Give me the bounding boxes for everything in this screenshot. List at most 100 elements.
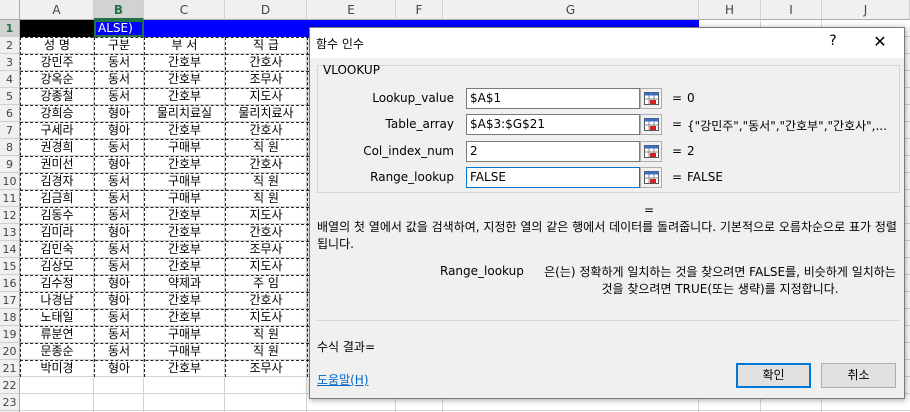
table-cell[interactable]: 형아 (94, 360, 144, 377)
active-cell-b1[interactable]: ALSE) (94, 20, 144, 37)
column-header-a[interactable]: A (20, 0, 94, 20)
table-cell[interactable]: 김미라 (20, 224, 94, 241)
row-header-13[interactable]: 13 (0, 224, 20, 241)
table-cell[interactable]: 형아 (94, 292, 144, 309)
range-lookup-input[interactable]: FALSE (466, 167, 640, 188)
row-header-19[interactable]: 19 (0, 326, 20, 343)
table-cell[interactable]: 직 원 (225, 343, 307, 360)
table-cell[interactable]: 주 임 (225, 275, 307, 292)
row-header-1[interactable]: 1 (0, 20, 20, 37)
row-header-15[interactable]: 15 (0, 258, 20, 275)
column-header-j[interactable]: J (822, 0, 910, 20)
table-cell[interactable]: 지도사 (225, 258, 307, 275)
range-picker-icon[interactable] (640, 141, 662, 162)
range-picker-icon[interactable] (640, 167, 662, 188)
select-all-corner[interactable] (0, 0, 20, 20)
range-picker-icon[interactable] (640, 88, 662, 109)
table-cell[interactable]: 김금희 (20, 190, 94, 207)
dialog-titlebar[interactable]: 함수 인수 ? ✕ (310, 28, 904, 58)
table-cell[interactable]: 강민주 (20, 54, 94, 71)
table-cell[interactable]: 형아 (94, 156, 144, 173)
cell-a1[interactable] (20, 20, 94, 37)
column-header-i[interactable]: I (761, 0, 822, 20)
table-cell[interactable]: 구세라 (20, 122, 94, 139)
row-header-8[interactable]: 8 (0, 139, 20, 156)
row-header-14[interactable]: 14 (0, 241, 20, 258)
table-cell[interactable]: 김상모 (20, 258, 94, 275)
table-cell[interactable]: 간호부 (144, 207, 225, 224)
table-cell[interactable]: 동서 (94, 207, 144, 224)
row-header-5[interactable]: 5 (0, 88, 20, 105)
row-header-7[interactable]: 7 (0, 122, 20, 139)
table-cell[interactable]: 간호사 (225, 224, 307, 241)
row-header-10[interactable]: 10 (0, 173, 20, 190)
table-cell[interactable]: 권미선 (20, 156, 94, 173)
row-header-12[interactable]: 12 (0, 207, 20, 224)
table-cell[interactable]: 조무사 (225, 241, 307, 258)
table-cell[interactable]: 지도사 (225, 207, 307, 224)
table-cell[interactable]: 동서 (94, 258, 144, 275)
table-cell[interactable]: 동서 (94, 241, 144, 258)
ok-button[interactable]: 확인 (736, 363, 811, 388)
table-cell[interactable]: 박미경 (20, 360, 94, 377)
table-cell[interactable]: 동서 (94, 326, 144, 343)
table-array-input[interactable]: $A$3:$G$21 (466, 114, 640, 135)
table-cell[interactable]: 구매부 (144, 139, 225, 156)
col-index-num-input[interactable]: 2 (466, 141, 640, 162)
table-cell[interactable]: 구매부 (144, 173, 225, 190)
table-cell[interactable]: 간호부 (144, 54, 225, 71)
row-header-3[interactable]: 3 (0, 54, 20, 71)
table-cell[interactable]: 동서 (94, 88, 144, 105)
row-header-16[interactable]: 16 (0, 275, 20, 292)
column-header-g[interactable]: G (443, 0, 699, 20)
table-cell[interactable]: 구매부 (144, 343, 225, 360)
table-header-cell[interactable]: 성 명 (20, 37, 94, 54)
table-cell[interactable]: 물리치료실 (144, 105, 225, 122)
table-cell[interactable]: 김수정 (20, 275, 94, 292)
table-cell[interactable]: 간호부 (144, 360, 225, 377)
table-cell[interactable]: 간호부 (144, 309, 225, 326)
table-cell[interactable]: 간호부 (144, 71, 225, 88)
table-cell[interactable]: 직 원 (225, 190, 307, 207)
row-header-17[interactable]: 17 (0, 292, 20, 309)
table-cell[interactable]: 나경남 (20, 292, 94, 309)
table-cell[interactable]: 구매부 (144, 190, 225, 207)
table-cell[interactable]: 권경희 (20, 139, 94, 156)
table-cell[interactable]: 간호부 (144, 88, 225, 105)
table-cell[interactable]: 동서 (94, 139, 144, 156)
table-cell[interactable]: 직 원 (225, 326, 307, 343)
row-header-11[interactable]: 11 (0, 190, 20, 207)
table-cell[interactable]: 간호부 (144, 292, 225, 309)
table-cell[interactable]: 류분연 (20, 326, 94, 343)
table-cell[interactable]: 김경자 (20, 173, 94, 190)
table-cell[interactable]: 지도사 (225, 309, 307, 326)
table-cell[interactable]: 간호부 (144, 258, 225, 275)
table-cell[interactable]: 문종순 (20, 343, 94, 360)
row-header-4[interactable]: 4 (0, 71, 20, 88)
table-cell[interactable]: 노태일 (20, 309, 94, 326)
table-cell[interactable]: 간호부 (144, 156, 225, 173)
table-cell[interactable]: 강옥순 (20, 71, 94, 88)
table-cell[interactable]: 간호부 (144, 241, 225, 258)
table-cell[interactable]: 형아 (94, 122, 144, 139)
row-header-2[interactable]: 2 (0, 37, 20, 54)
table-cell[interactable]: 구매부 (144, 326, 225, 343)
table-cell[interactable]: 조무사 (225, 360, 307, 377)
column-header-b[interactable]: B (94, 0, 144, 20)
row-header-6[interactable]: 6 (0, 105, 20, 122)
table-header-cell[interactable]: 구분 (94, 37, 144, 54)
help-icon[interactable]: ? (825, 33, 841, 51)
cancel-button[interactable]: 취소 (821, 363, 896, 388)
table-cell[interactable]: 김민숙 (20, 241, 94, 258)
table-cell[interactable]: 김동수 (20, 207, 94, 224)
help-link[interactable]: 도움말(H) (317, 371, 369, 388)
row-header-9[interactable]: 9 (0, 156, 20, 173)
table-cell[interactable]: 간호사 (225, 54, 307, 71)
table-header-cell[interactable]: 직 급 (225, 37, 307, 54)
range-picker-icon[interactable] (640, 114, 662, 135)
table-cell[interactable]: 간호부 (144, 224, 225, 241)
table-header-cell[interactable]: 부 서 (144, 37, 225, 54)
table-cell[interactable]: 간호부 (144, 122, 225, 139)
column-header-e[interactable]: E (307, 0, 396, 20)
column-header-c[interactable]: C (144, 0, 225, 20)
